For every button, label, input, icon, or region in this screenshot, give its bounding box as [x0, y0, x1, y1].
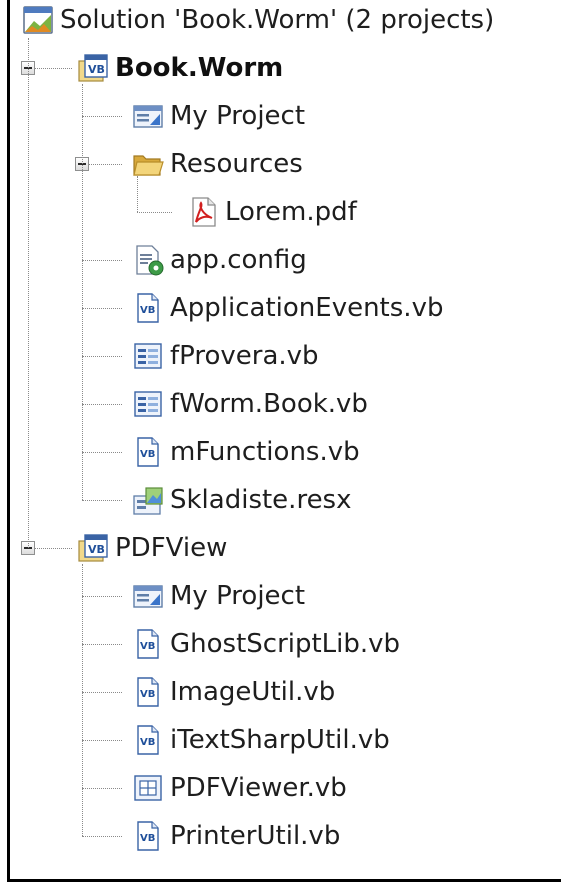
resx-file-icon	[132, 484, 164, 516]
file-node[interactable]: VB ImageUtil.vb	[0, 668, 561, 716]
tree-item-label: Solution 'Book.Worm' (2 projects)	[60, 5, 495, 35]
file-node[interactable]: fWorm.Book.vb	[0, 380, 561, 428]
project-node[interactable]: VB PDFView	[0, 524, 561, 572]
vb-project-icon: VB	[77, 532, 109, 564]
vb-file-icon: VB	[132, 676, 164, 708]
file-node[interactable]: Skladiste.resx	[0, 476, 561, 524]
file-node[interactable]: VB GhostScriptLib.vb	[0, 620, 561, 668]
tree-item-label: app.config	[170, 245, 307, 275]
file-node[interactable]: My Project	[0, 572, 561, 620]
tree-item-label: ImageUtil.vb	[170, 677, 336, 707]
vb-form-icon	[132, 340, 164, 372]
file-node[interactable]: app.config	[0, 236, 561, 284]
tree-item-label: fWorm.Book.vb	[170, 389, 368, 419]
tree-item-label: My Project	[170, 101, 306, 131]
svg-text:VB: VB	[140, 641, 155, 652]
my-project-icon	[132, 100, 164, 132]
svg-text:VB: VB	[140, 449, 155, 460]
tree-item-label: My Project	[170, 581, 306, 611]
tree-item-label: Book.Worm	[115, 53, 284, 83]
tree-item-label: mFunctions.vb	[170, 437, 360, 467]
svg-text:VB: VB	[140, 833, 155, 844]
pdf-file-icon	[187, 196, 219, 228]
file-node[interactable]: PDFViewer.vb	[0, 764, 561, 812]
tree-item-label: PDFView	[115, 533, 228, 563]
svg-text:VB: VB	[88, 63, 105, 76]
tree-item-label: fProvera.vb	[170, 341, 319, 371]
svg-text:VB: VB	[140, 689, 155, 700]
vb-usercontrol-icon	[132, 772, 164, 804]
file-node[interactable]: VB PrinterUtil.vb	[0, 812, 561, 860]
vb-file-icon: VB	[132, 628, 164, 660]
my-project-icon	[132, 580, 164, 612]
tree-item-label: iTextSharpUtil.vb	[170, 725, 390, 755]
vb-file-icon: VB	[132, 292, 164, 324]
solution-explorer-tree: Solution 'Book.Worm' (2 projects) VB Book…	[0, 0, 561, 882]
file-node[interactable]: My Project	[0, 92, 561, 140]
tree-item-label: Resources	[170, 149, 303, 179]
file-node[interactable]: VB mFunctions.vb	[0, 428, 561, 476]
tree-item-label: Lorem.pdf	[225, 197, 357, 227]
tree-item-label: PDFViewer.vb	[170, 773, 347, 803]
tree-item-label: ApplicationEvents.vb	[170, 293, 444, 323]
tree-item-label: Skladiste.resx	[170, 485, 352, 515]
vb-file-icon: VB	[132, 436, 164, 468]
svg-text:VB: VB	[140, 305, 155, 316]
solution-icon	[22, 4, 54, 36]
folder-open-icon	[132, 148, 164, 180]
vb-project-icon: VB	[77, 52, 109, 84]
tree-item-label: GhostScriptLib.vb	[170, 629, 401, 659]
vb-file-icon: VB	[132, 724, 164, 756]
vb-form-icon	[132, 388, 164, 420]
file-node[interactable]: VB ApplicationEvents.vb	[0, 284, 561, 332]
tree-item-label: PrinterUtil.vb	[170, 821, 341, 851]
vb-file-icon: VB	[132, 820, 164, 852]
file-node[interactable]: Lorem.pdf	[0, 188, 561, 236]
file-node[interactable]: fProvera.vb	[0, 332, 561, 380]
config-file-icon	[132, 244, 164, 276]
solution-node[interactable]: Solution 'Book.Worm' (2 projects)	[0, 0, 561, 44]
project-node[interactable]: VB Book.Worm	[0, 44, 561, 92]
svg-text:VB: VB	[140, 737, 155, 748]
folder-node[interactable]: Resources	[0, 140, 561, 188]
svg-text:VB: VB	[88, 543, 105, 556]
file-node[interactable]: VB iTextSharpUtil.vb	[0, 716, 561, 764]
